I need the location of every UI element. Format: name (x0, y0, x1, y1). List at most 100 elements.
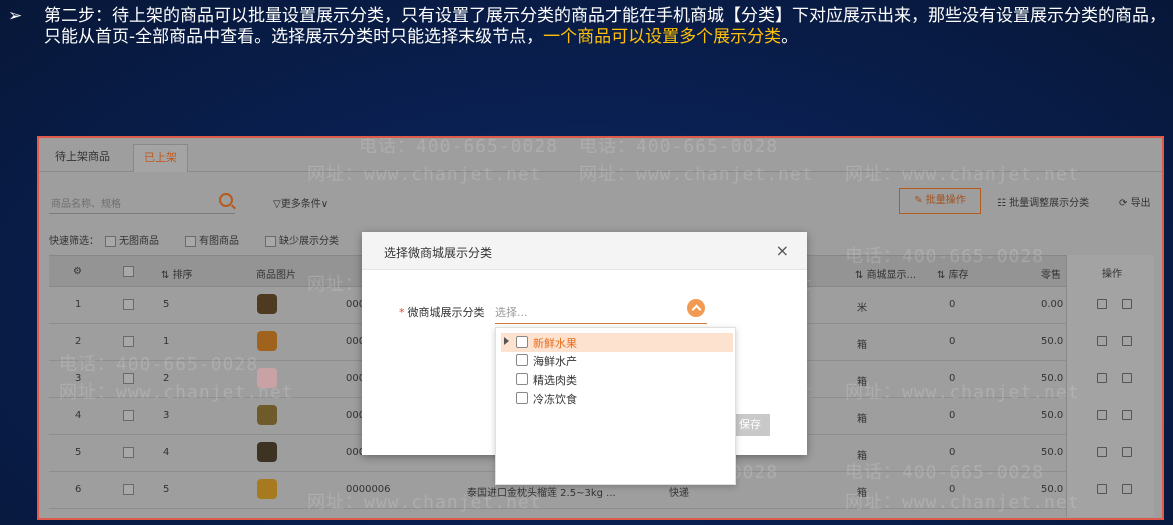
sort-icon: ⇅ (937, 270, 949, 281)
row-price: 50.0 (1041, 410, 1064, 421)
watermark-phone: 电话：400-665-0028 (845, 246, 1045, 267)
more-filters-button[interactable]: ▽更多条件∨ (273, 195, 328, 210)
product-image (257, 479, 277, 499)
edit-icon[interactable] (1097, 447, 1107, 457)
tree-checkbox[interactable] (516, 373, 528, 385)
row-sort: 3 (163, 410, 170, 421)
tree-item-frozen[interactable]: 冷冻饮食 (501, 389, 733, 408)
quick-filter-label: 快速筛选： (49, 236, 99, 247)
row-price: 0.00 (1041, 299, 1064, 310)
expand-arrow-icon[interactable] (504, 337, 509, 345)
modal-header: 选择微商城展示分类 × (362, 232, 807, 270)
close-icon[interactable]: × (776, 241, 789, 260)
tree-item-fresh-fruit[interactable]: 新鲜水果 (501, 333, 733, 352)
watermark-site: 网址：www.chanjet.net (845, 382, 1080, 403)
row-unit: 米 (857, 303, 867, 314)
watermark-site: 网址：www.chanjet.net (845, 164, 1080, 185)
filter-no-image[interactable]: 无图商品 (105, 232, 159, 247)
category-select-placeholder: 选择... (495, 306, 528, 319)
tree-item-label: 新鲜水果 (533, 337, 577, 350)
tree-item-label: 冷冻饮食 (533, 393, 577, 406)
header-label: 商城显示... (866, 270, 917, 281)
row-index: 4 (75, 410, 82, 421)
edit-icon[interactable] (1097, 410, 1107, 420)
row-index: 1 (75, 299, 82, 310)
row-checkbox[interactable] (123, 410, 137, 422)
edit-icon[interactable] (1097, 484, 1107, 494)
row-checkbox[interactable] (123, 484, 137, 496)
required-mark: * (399, 306, 405, 319)
row-checkbox[interactable] (123, 447, 137, 459)
sort-icon: ⇅ (855, 270, 867, 281)
product-image (257, 294, 277, 314)
column-stock[interactable]: ⇅ 库存 (937, 266, 969, 281)
row-index: 2 (75, 336, 82, 347)
export-button[interactable]: ⟳ 导出 (1119, 194, 1151, 209)
column-display[interactable]: ⇅ 商城显示... (855, 266, 916, 281)
share-icon[interactable] (1122, 410, 1132, 420)
tree-item-seafood[interactable]: 海鲜水产 (501, 351, 733, 370)
chevron-up-icon[interactable] (687, 299, 705, 317)
row-checkbox[interactable] (123, 336, 137, 348)
filter-label: 有图商品 (199, 236, 239, 247)
row-stock: 0 (949, 336, 956, 347)
list-icon: ☷ (997, 198, 1010, 209)
batch-adjust-category-button[interactable]: ☷ 批量调整展示分类 (997, 194, 1089, 209)
instruction-highlight: 一个商品可以设置多个展示分类 (543, 27, 782, 47)
row-checkbox[interactable] (123, 299, 137, 311)
share-icon[interactable] (1122, 484, 1132, 494)
filter-missing-category[interactable]: 缺少展示分类 (265, 232, 339, 247)
search-box[interactable]: 商品名称、规格 (49, 188, 235, 214)
share-icon[interactable] (1122, 447, 1132, 457)
row-delivery: 快递 (669, 488, 689, 499)
category-tree-dropdown: 新鲜水果 海鲜水产 精选肉类 冷冻饮食 (495, 327, 736, 485)
watermark-site: 网址：www.chanjet.net (579, 164, 814, 185)
column-price: 零售 (1041, 270, 1061, 281)
sort-icon: ⇅ (161, 270, 173, 281)
row-sort: 1 (163, 336, 170, 347)
watermark-phone: 电话：400-665-0028 (59, 354, 259, 375)
batch-operation-button[interactable]: ✎ 批量操作 (899, 188, 981, 214)
row-price: 50.0 (1041, 336, 1064, 347)
share-icon[interactable] (1122, 373, 1132, 383)
checkbox[interactable] (265, 235, 276, 247)
tree-checkbox[interactable] (516, 392, 528, 404)
row-unit: 箱 (857, 340, 867, 351)
row-index: 5 (75, 447, 82, 458)
row-stock: 0 (949, 447, 956, 458)
watermark-site: 网址：www.chanjet.net (845, 492, 1080, 513)
tree-checkbox[interactable] (516, 336, 528, 348)
row-price: 50.0 (1041, 447, 1064, 458)
batch-label: 批量操作 (925, 195, 966, 206)
search-icon[interactable] (219, 193, 233, 207)
row-index: 6 (75, 484, 82, 495)
export-label: 导出 (1130, 198, 1151, 209)
row-unit: 箱 (857, 414, 867, 425)
tab-pending[interactable]: 待上架商品 (55, 148, 110, 164)
row-sort: 5 (163, 299, 170, 310)
tree-item-meat[interactable]: 精选肉类 (501, 370, 733, 389)
save-button[interactable]: 保存 (730, 414, 770, 436)
column-sort[interactable]: ⇅ 排序 (161, 266, 193, 281)
search-input[interactable]: 商品名称、规格 (51, 195, 121, 210)
edit-icon[interactable] (1097, 373, 1107, 383)
select-all-checkbox[interactable] (123, 266, 137, 278)
tree-item-label: 海鲜水产 (533, 355, 577, 368)
settings-gear-icon[interactable]: ⚙ (73, 266, 82, 277)
share-icon[interactable] (1122, 336, 1132, 346)
edit-icon[interactable] (1097, 336, 1107, 346)
edit-icon[interactable] (1097, 299, 1107, 309)
product-image (257, 405, 277, 425)
tree-checkbox[interactable] (516, 354, 528, 366)
watermark-site: 网址：www.chanjet.net (59, 382, 294, 403)
watermark-phone: 电话：400-665-0028 (579, 136, 779, 157)
header-label: 库存 (948, 270, 969, 281)
filter-has-image[interactable]: 有图商品 (185, 232, 239, 247)
checkbox[interactable] (105, 235, 116, 247)
row-stock: 0 (949, 299, 956, 310)
instruction-text: ➢ 第二步：待上架的商品可以批量设置展示分类，只有设置了展示分类的商品才能在手机… (8, 6, 1168, 48)
share-icon[interactable] (1122, 299, 1132, 309)
checkbox[interactable] (185, 235, 196, 247)
tab-listed[interactable]: 已上架 (133, 144, 188, 172)
category-select[interactable]: 选择... (495, 296, 707, 324)
